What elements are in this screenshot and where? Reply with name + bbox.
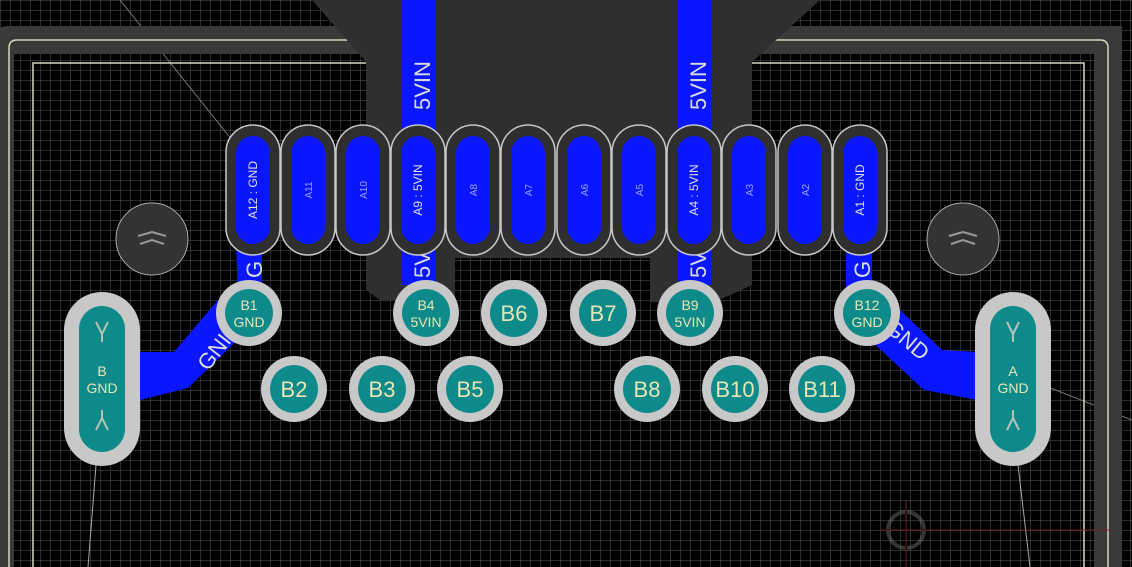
shield-pad-a[interactable]: AGND xyxy=(975,292,1051,466)
pad-label-a8: A8 xyxy=(469,183,480,196)
pad-label-b7: B7 xyxy=(590,301,617,326)
pad-label-a9: A9 : 5VIN xyxy=(411,164,425,215)
shield-pad-net-a: GND xyxy=(997,380,1028,396)
pad-label-b11: B11 xyxy=(803,377,841,402)
pad-label-a1: A1 : GND xyxy=(853,164,867,216)
shield-pad-net-b: GND xyxy=(86,380,117,396)
pad-a8[interactable]: A8 xyxy=(445,124,501,256)
pad-b11[interactable]: B11 xyxy=(789,356,855,422)
trace-label-gnd-right-short: G xyxy=(850,261,875,278)
pad-label-a6: A6 xyxy=(580,183,591,196)
pad-a4[interactable]: A4 : 5VIN xyxy=(666,124,722,256)
pad-label-b12: B12 xyxy=(855,297,880,313)
pad-a3[interactable]: A3 xyxy=(721,124,777,256)
pad-b9[interactable]: B95VIN xyxy=(657,280,723,346)
pad-label-b2: B2 xyxy=(281,377,308,402)
pad-net-b12: GND xyxy=(851,314,882,330)
pad-b2[interactable]: B2 xyxy=(261,356,327,422)
shield-pad-label-b: B xyxy=(97,363,106,379)
pad-label-a7: A7 xyxy=(524,183,535,196)
pad-label-a5: A5 xyxy=(635,183,646,196)
mounting-hole-left[interactable] xyxy=(115,202,189,276)
trace-label-5vin-right: 5VIN xyxy=(686,61,711,110)
pad-label-b10: B10 xyxy=(715,377,754,402)
pad-label-b4: B4 xyxy=(417,297,434,313)
pad-a6[interactable]: A6 xyxy=(556,124,612,256)
shield-pad-b[interactable]: BGND xyxy=(64,292,140,466)
pad-label-b8: B8 xyxy=(634,377,661,402)
trace-label-5vin-left: 5VIN xyxy=(410,61,435,110)
trace-label-gnd-left-short: G xyxy=(242,261,267,278)
pad-a10[interactable]: A10 xyxy=(335,124,391,256)
pad-label-b1: B1 xyxy=(240,297,257,313)
pad-b7[interactable]: B7 xyxy=(570,280,636,346)
pad-a5[interactable]: A5 xyxy=(611,124,667,256)
pad-label-a3: A3 xyxy=(745,183,756,196)
pad-label-a2: A2 xyxy=(801,183,812,196)
pad-label-a4: A4 : 5VIN xyxy=(687,164,701,215)
pad-b10[interactable]: B10 xyxy=(702,356,768,422)
pad-b6[interactable]: B6 xyxy=(481,280,547,346)
mounting-hole-right[interactable] xyxy=(926,202,1000,276)
pad-label-a10: A10 xyxy=(359,181,370,199)
pad-b4[interactable]: B45VIN xyxy=(393,280,459,346)
pad-a11[interactable]: A11 xyxy=(280,124,336,256)
pad-net-b4: 5VIN xyxy=(410,314,441,330)
pad-b3[interactable]: B3 xyxy=(349,356,415,422)
pad-net-b1: GND xyxy=(233,314,264,330)
pad-b8[interactable]: B8 xyxy=(614,356,680,422)
pad-a7[interactable]: A7 xyxy=(500,124,556,256)
pad-a12[interactable]: A12 : GND xyxy=(225,124,281,256)
pad-label-a11: A11 xyxy=(304,181,315,198)
pad-label-a12: A12 : GND xyxy=(246,161,260,219)
pad-a2[interactable]: A2 xyxy=(777,124,833,256)
pad-label-b6: B6 xyxy=(501,301,528,326)
shield-pad-label-a: A xyxy=(1008,363,1018,379)
pcb-layout-canvas[interactable]: 5VIN 5VIN 5V 5V G G GNI GND A12 : GND A11… xyxy=(0,0,1132,567)
pad-label-b3: B3 xyxy=(369,377,396,402)
pad-label-b5: B5 xyxy=(457,377,484,402)
pad-label-b9: B9 xyxy=(681,297,698,313)
pad-net-b9: 5VIN xyxy=(674,314,705,330)
pad-a9[interactable]: A9 : 5VIN xyxy=(390,124,446,256)
pad-a1[interactable]: A1 : GND xyxy=(832,124,888,256)
pad-b12[interactable]: B12GND xyxy=(834,280,900,346)
pad-b5[interactable]: B5 xyxy=(437,356,503,422)
pad-b1[interactable]: B1GND xyxy=(216,280,282,346)
